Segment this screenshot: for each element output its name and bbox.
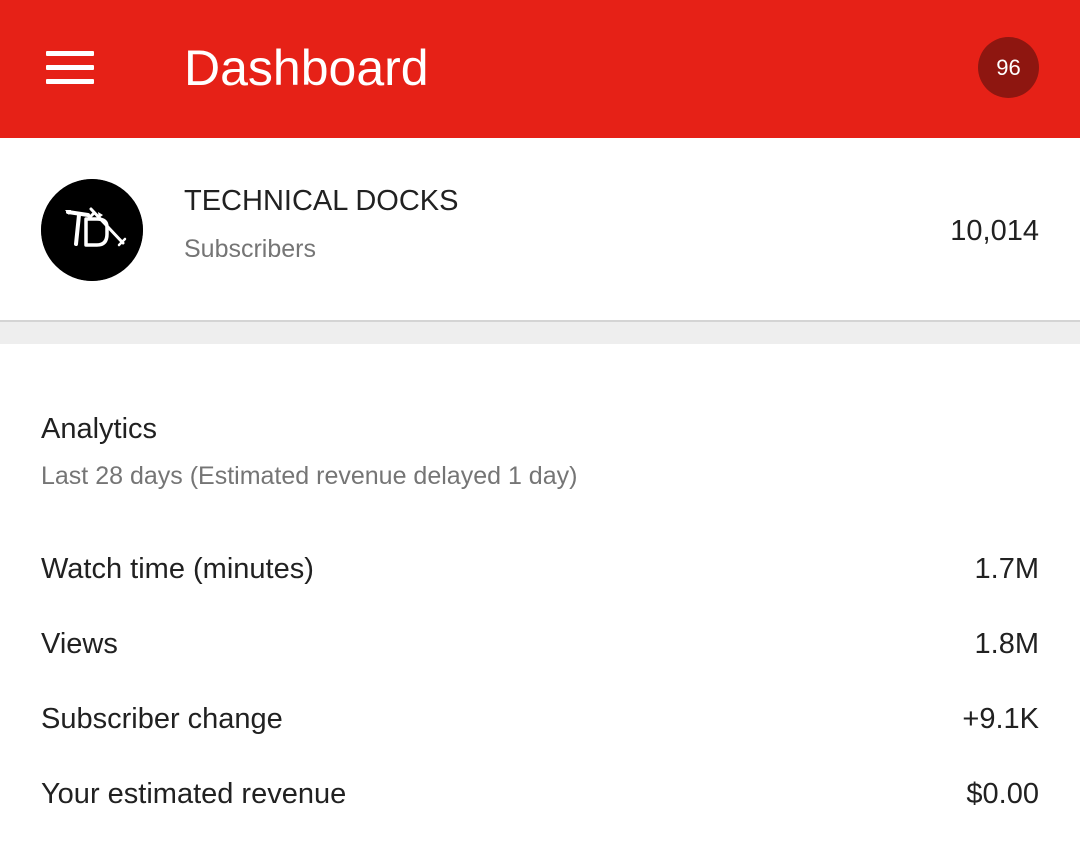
subscriber-count: 10,014	[950, 215, 1039, 247]
analytics-title: Analytics	[41, 413, 158, 445]
channel-card[interactable]: TECHNICAL DOCKS Subscribers 10,014	[0, 138, 1080, 322]
page-title: Dashboard	[184, 40, 429, 96]
metric-value: $0.00	[966, 778, 1039, 810]
notification-badge[interactable]: 96	[978, 37, 1039, 98]
channel-logo-icon	[41, 179, 143, 281]
metric-row-subscriber-change[interactable]: Subscriber change +9.1K	[0, 682, 1080, 757]
metric-row-watch-time[interactable]: Watch time (minutes) 1.7M	[0, 532, 1080, 607]
analytics-subtitle: Last 28 days (Estimated revenue delayed …	[41, 462, 578, 490]
metric-label: Your estimated revenue	[41, 778, 347, 810]
metric-label: Views	[41, 628, 118, 660]
metric-row-estimated-revenue[interactable]: Your estimated revenue $0.00	[0, 757, 1080, 832]
hamburger-menu-icon[interactable]	[36, 37, 106, 97]
channel-avatar[interactable]	[41, 179, 143, 281]
metric-row-views[interactable]: Views 1.8M	[0, 607, 1080, 682]
subscribers-label: Subscribers	[184, 235, 316, 263]
metric-value: 1.7M	[974, 553, 1039, 585]
app-bar: Dashboard 96	[0, 0, 1080, 138]
analytics-card[interactable]: Analytics Last 28 days (Estimated revenu…	[0, 344, 1080, 844]
channel-name: TECHNICAL DOCKS	[184, 185, 459, 217]
metric-label: Subscriber change	[41, 703, 283, 735]
metric-value: 1.8M	[974, 628, 1039, 660]
section-divider	[0, 322, 1080, 344]
metric-value: +9.1K	[962, 703, 1039, 735]
metric-label: Watch time (minutes)	[41, 553, 314, 585]
